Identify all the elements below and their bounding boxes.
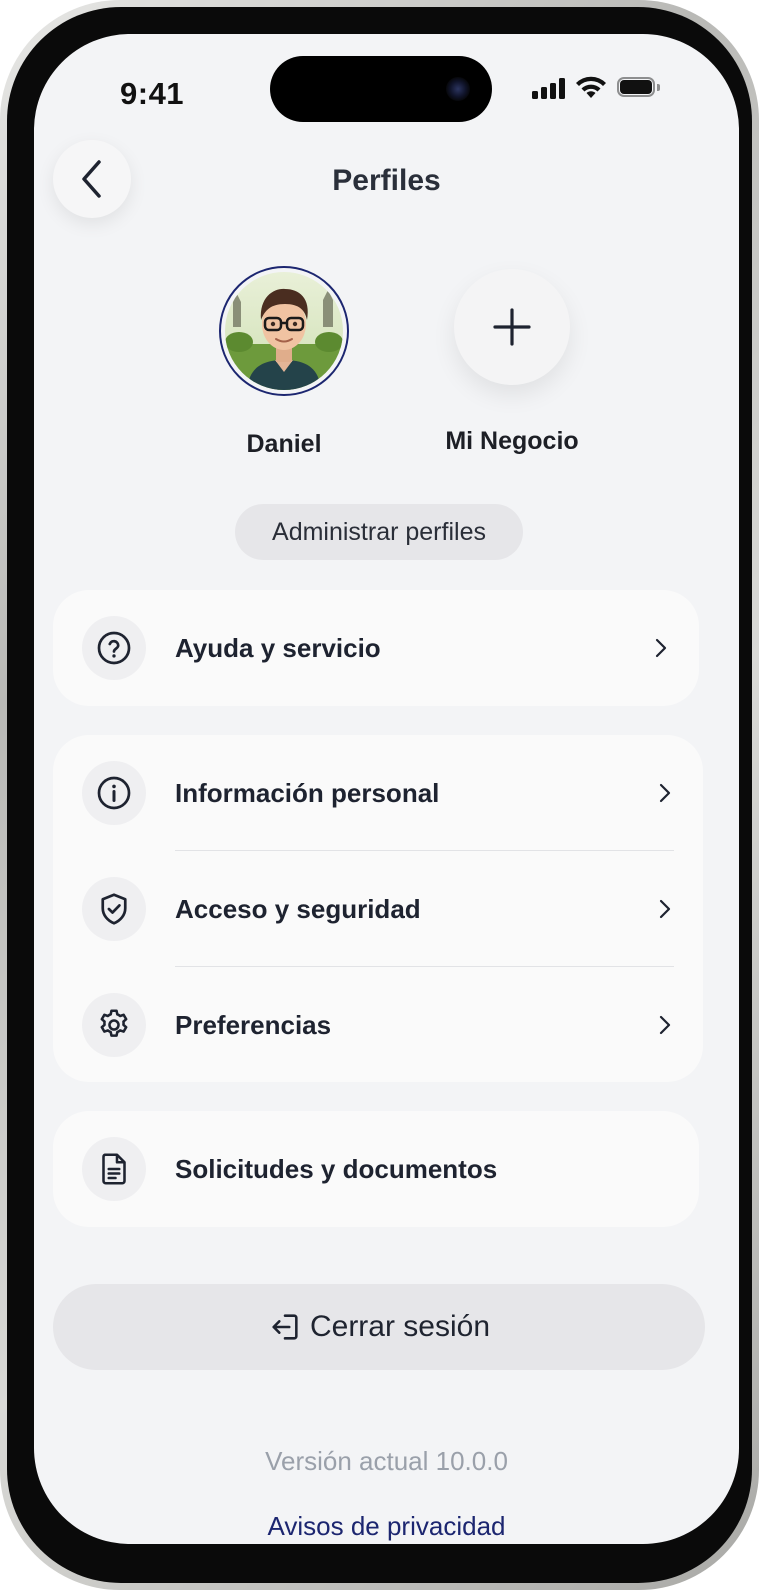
account-card: Información personal Acceso y seguridad: [53, 735, 703, 1082]
plus-icon: [493, 308, 531, 346]
menu-item-label: Solicitudes y documentos: [175, 1153, 498, 1184]
menu-item-help[interactable]: Ayuda y servicio: [53, 590, 699, 706]
profile-name: Daniel: [246, 430, 322, 458]
cellular-signal-icon: [532, 77, 565, 99]
shield-check-icon: [101, 893, 127, 925]
add-profile-button[interactable]: [454, 269, 570, 385]
avatar[interactable]: [219, 266, 349, 396]
battery-icon: [617, 77, 661, 99]
phone-bezel: 9:41 Perfiles Daniel Mi Negocio Administ…: [7, 7, 752, 1583]
chevron-right-icon: [651, 638, 671, 658]
menu-item-personal-info[interactable]: Información personal: [53, 735, 703, 851]
gear-icon: [100, 1009, 128, 1037]
help-circle-icon: [97, 631, 131, 665]
camera-icon: [446, 77, 470, 101]
documents-card: Solicitudes y documentos: [53, 1111, 699, 1227]
version-text: Versión actual 10.0.0: [265, 1446, 508, 1476]
menu-item-security[interactable]: Acceso y seguridad: [53, 851, 703, 967]
status-icons: [532, 74, 661, 102]
phone-frame: 9:41 Perfiles Daniel Mi Negocio Administ…: [0, 0, 759, 1590]
document-icon: [102, 1153, 126, 1185]
menu-item-label: Ayuda y servicio: [175, 632, 381, 663]
profile-name: Mi Negocio: [445, 427, 579, 455]
page-title: Perfiles: [332, 164, 441, 197]
profile-daniel[interactable]: Daniel: [204, 266, 364, 459]
dynamic-island: [270, 56, 492, 122]
menu-item-label: Información personal: [175, 777, 440, 808]
help-card: Ayuda y servicio: [53, 590, 699, 706]
profile-mi-negocio[interactable]: Mi Negocio: [432, 269, 592, 456]
logout-button[interactable]: Cerrar sesión: [53, 1284, 705, 1370]
wifi-icon: [576, 76, 606, 98]
menu-item-label: Preferencias: [175, 1009, 332, 1040]
chevron-right-icon: [655, 1015, 675, 1035]
logout-icon: [272, 1314, 298, 1340]
logout-label: Cerrar sesión: [309, 1310, 491, 1343]
status-time: 9:41: [120, 76, 185, 111]
menu-item-label: Acceso y seguridad: [175, 893, 421, 924]
privacy-link[interactable]: Avisos de privacidad: [34, 1511, 739, 1542]
menu-item-preferences[interactable]: Preferencias: [53, 967, 703, 1083]
info-icon: [97, 776, 131, 810]
chevron-right-icon: [655, 783, 675, 803]
screen: 9:41 Perfiles Daniel Mi Negocio Administ…: [34, 34, 739, 1544]
manage-profiles-button[interactable]: Administrar perfiles: [235, 504, 523, 560]
menu-item-documents[interactable]: Solicitudes y documentos: [53, 1111, 699, 1227]
avatar-illustration: [225, 272, 343, 390]
chevron-right-icon: [655, 899, 675, 919]
